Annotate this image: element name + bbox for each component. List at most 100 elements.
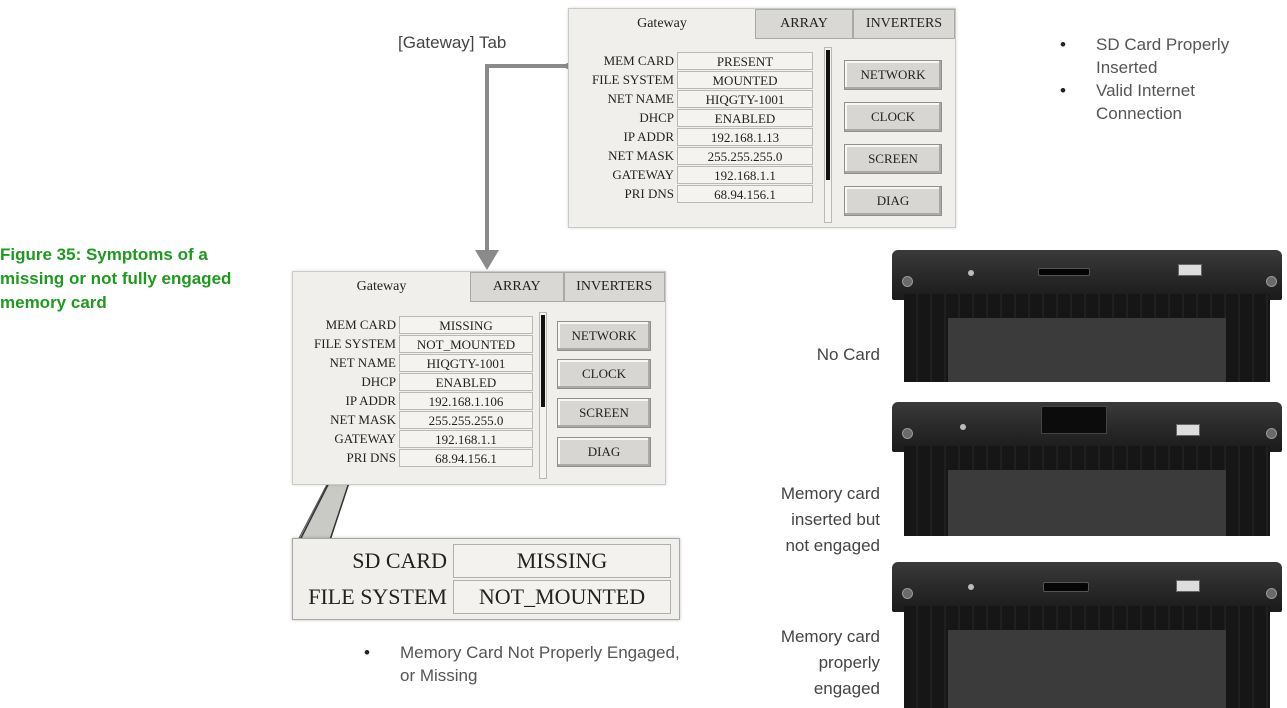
row-label: PRI DNS [346,449,397,465]
screw-icon [1266,428,1277,439]
row-value: PRESENT [677,51,813,70]
row-label: NET MASK [330,411,396,427]
scrollbar-thumb[interactable] [826,50,830,180]
info-row: PRI DNS 68.94.156.1 [569,184,813,203]
scrollbar-thumb[interactable] [541,315,545,407]
gateway-panel-bad: Gateway ARRAY INVERTERS MEM CARD MISSING … [292,271,666,485]
tab-array[interactable]: ARRAY [755,9,853,39]
row-value: MOUNTED [677,70,813,89]
network-button[interactable]: NETWORK [844,60,942,90]
row-label: NET NAME [329,354,396,370]
row-label: IP ADDR [623,128,674,144]
device-label-line: inserted but [791,510,880,529]
row-label: FILE SYSTEM [592,71,674,87]
device-photo-card-engaged [888,562,1286,708]
info-row: MEM CARD PRESENT [569,51,813,70]
info-row: NET NAME HIQGTY-1001 [293,353,533,372]
zoom-value: NOT_MOUNTED [453,580,671,614]
row-label: MEM CARD [325,316,396,332]
clock-button[interactable]: CLOCK [844,102,942,132]
bullet-item: • SD Card Properly Inserted [1060,33,1280,79]
bad-bullets: • Memory Card Not Properly Engaged, or Mi… [364,641,684,687]
usb-port-icon [1176,580,1200,592]
diag-button[interactable]: DIAG [844,186,942,216]
zoom-value: MISSING [453,544,671,578]
row-value: 192.168.1.1 [677,165,813,184]
tab-gateway[interactable]: Gateway [569,9,755,39]
device-label-line: not engaged [785,536,880,555]
screen-button[interactable]: SCREEN [844,144,942,174]
info-row: MEM CARD MISSING [293,315,533,334]
info-row: DHCP ENABLED [293,372,533,391]
zoom-row: FILE SYSTEM NOT_MOUNTED [293,579,679,615]
screw-icon [902,588,913,599]
bullet-dot: • [1060,35,1066,54]
screw-icon [1266,588,1277,599]
tab-array[interactable]: ARRAY [470,272,564,302]
bullet-item: • Memory Card Not Properly Engaged, or Mi… [364,641,684,687]
usb-port-icon [1176,424,1200,436]
row-label: NET MASK [608,147,674,163]
row-label: GATEWAY [612,166,674,182]
info-row: NET MASK 255.255.255.0 [293,410,533,429]
memory-card [1041,406,1107,434]
screw-icon [1266,276,1277,287]
row-label: DHCP [639,109,674,125]
screw-icon [902,276,913,287]
row-label: FILE SYSTEM [314,335,396,351]
device-label-line: engaged [813,679,880,698]
zoom-label: SD CARD [352,548,447,573]
info-row: GATEWAY 192.168.1.1 [569,165,813,184]
bullet-text: Valid Internet Connection [1096,81,1195,123]
zoom-detail: SD CARD MISSING FILE SYSTEM NOT_MOUNTED [292,538,680,620]
good-bullets: • SD Card Properly Inserted • Valid Intern… [1060,33,1280,125]
device-label-not-engaged: Memory card inserted but not engaged [740,481,880,559]
device-label-engaged: Memory card properly engaged [740,624,880,702]
tab-inverters[interactable]: INVERTERS [853,9,955,39]
screw-icon [902,428,913,439]
clock-button[interactable]: CLOCK [557,359,651,389]
row-value: NOT_MOUNTED [399,334,533,353]
led-icon [960,424,966,430]
tab-bar: Gateway ARRAY INVERTERS [293,272,665,302]
row-value: 192.168.1.1 [399,429,533,448]
bullet-dot: • [1060,81,1066,100]
row-value: 192.168.1.13 [677,127,813,146]
info-row: GATEWAY 192.168.1.1 [293,429,533,448]
info-row: DHCP ENABLED [569,108,813,127]
row-value: 68.94.156.1 [399,448,533,467]
tab-bar: Gateway ARRAY INVERTERS [569,9,955,39]
card-slot [1038,268,1090,276]
row-label: GATEWAY [334,430,396,446]
row-value: 255.255.255.0 [677,146,813,165]
bullet-item: • Valid Internet Connection [1060,79,1280,125]
scrollbar[interactable] [539,312,547,479]
row-value: HIQGTY-1001 [677,89,813,108]
info-row: IP ADDR 192.168.1.13 [569,127,813,146]
device-label-line: Memory card [780,627,880,646]
row-label: NET NAME [607,90,674,106]
arrow-path [485,64,568,258]
led-icon [968,584,974,590]
diag-button[interactable]: DIAG [557,437,651,467]
row-value: 255.255.255.0 [399,410,533,429]
info-row: IP ADDR 192.168.1.106 [293,391,533,410]
info-row: NET MASK 255.255.255.0 [569,146,813,165]
network-button[interactable]: NETWORK [557,321,651,351]
device-window [948,318,1226,382]
row-label: DHCP [361,373,396,389]
row-value: ENABLED [399,372,533,391]
device-photo-card-not-engaged [888,402,1286,536]
zoom-label: FILE SYSTEM [308,584,447,609]
row-label: MEM CARD [603,52,674,68]
zoom-row: SD CARD MISSING [293,543,679,579]
row-value: 192.168.1.106 [399,391,533,410]
device-window [948,630,1226,708]
tab-inverters[interactable]: INVERTERS [563,272,665,302]
screen-button[interactable]: SCREEN [557,398,651,428]
bullet-dot: • [364,643,370,662]
device-photo-no-card [888,250,1286,382]
tab-gateway[interactable]: Gateway [293,272,471,302]
scrollbar[interactable] [824,47,832,223]
device-window [948,470,1226,536]
